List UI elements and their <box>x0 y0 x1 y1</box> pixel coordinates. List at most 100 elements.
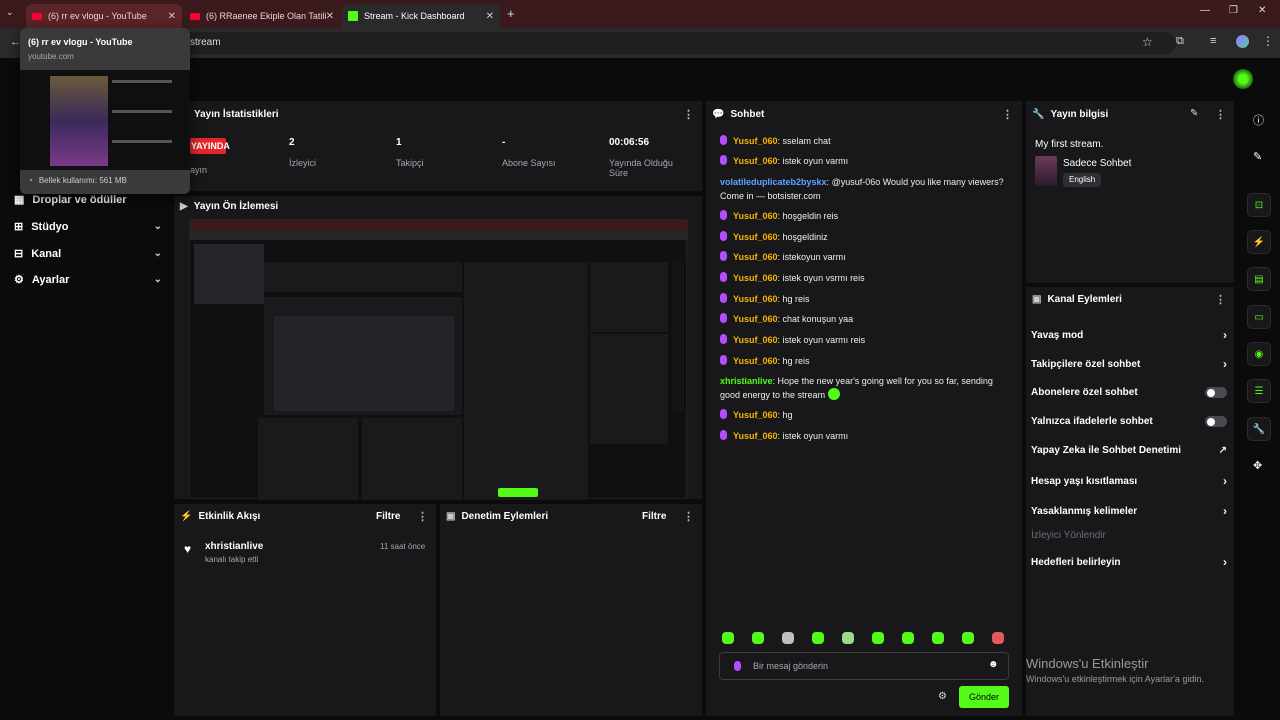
mic-icon <box>720 334 727 344</box>
stream-info-menu-icon[interactable]: ⋮ <box>1215 108 1226 121</box>
subscribers-only-toggle[interactable] <box>1205 387 1227 398</box>
emote-8-icon[interactable] <box>932 632 944 644</box>
mic-icon <box>720 210 727 220</box>
chat-menu-icon[interactable]: ⋮ <box>1002 108 1013 121</box>
rail-crop-icon[interactable]: ⊡ <box>1247 193 1271 217</box>
activation-watermark-sub: Windows'u etkinleştirmek için Ayarlar'a … <box>1026 674 1204 684</box>
chat-title: 💬 Sohbet <box>712 109 765 120</box>
chat-message: Yusuf_060: sselam chat <box>720 134 1010 148</box>
live-sub-label: ayın <box>190 165 208 175</box>
minimize-button[interactable]: — <box>1200 5 1210 16</box>
action-ai-moderation[interactable]: Yapay Zeka ile Sohbet Denetimi ↗ <box>1031 445 1227 456</box>
info-icon[interactable]: ⓘ <box>1253 112 1264 128</box>
action-slow-mode[interactable]: Yavaş mod › <box>1031 328 1227 342</box>
emoji-icon[interactable]: ☻ <box>988 659 999 670</box>
extensions-icon[interactable]: ⧉ <box>1176 35 1184 48</box>
bookmark-star-icon[interactable]: ☆ <box>1142 35 1153 49</box>
url-input[interactable]: stream <box>176 32 1176 54</box>
mic-icon <box>720 430 727 440</box>
close-tab-icon[interactable]: ✕ <box>326 11 334 22</box>
action-subscribers-only[interactable]: Abonelere özel sohbet <box>1031 387 1227 398</box>
action-followers-only[interactable]: Takipçilere özel sohbet › <box>1031 357 1227 371</box>
rail-layout-icon[interactable]: ☰ <box>1247 379 1271 403</box>
stats-title: Yayın İstatistikleri <box>194 109 279 120</box>
preview-video[interactable] <box>189 219 688 500</box>
user-avatar[interactable] <box>1233 69 1253 89</box>
emote-7-icon[interactable] <box>902 632 914 644</box>
emote-5-icon[interactable] <box>842 632 854 644</box>
activity-user[interactable]: xhristianlive <box>205 541 263 552</box>
media-controls-icon[interactable]: ≡ <box>1210 35 1216 47</box>
emote-10-icon[interactable] <box>992 632 1004 644</box>
studio-icon: ⊞ <box>14 221 24 233</box>
live-badge: YAYINDA <box>190 138 230 154</box>
channel-actions-menu-icon[interactable]: ⋮ <box>1215 293 1226 306</box>
chat-message: Yusuf_060: chat konuşun yaa <box>720 312 1010 326</box>
emote-only-toggle[interactable] <box>1205 416 1227 427</box>
chevron-down-icon: ⌄ <box>153 274 162 285</box>
pencil-icon[interactable]: ✎ <box>1253 150 1262 163</box>
rail-doc-icon[interactable]: ▤ <box>1247 267 1271 291</box>
activity-title: ⚡ Etkinlik Akışı <box>180 511 261 522</box>
wrench-icon: 🔧 <box>1032 109 1045 120</box>
tab-kick-dashboard[interactable]: Stream - Kick Dashboard ✕ <box>342 4 500 28</box>
category-name[interactable]: Sadece Sohbet <box>1063 158 1131 169</box>
language-badge: English <box>1063 173 1102 187</box>
tab-youtube-vlog[interactable]: (6) rr ev vlogu - YouTube ✕ <box>26 4 182 28</box>
chat-message: Yusuf_060: istek oyun vsrmı reis <box>720 271 1010 285</box>
rail-bolt-icon[interactable]: ⚡ <box>1247 230 1271 254</box>
chat-settings-icon[interactable]: ⚙ <box>938 691 947 702</box>
profile-avatar[interactable] <box>1236 35 1249 48</box>
rail-wrench-icon[interactable]: 🔧 <box>1247 417 1271 441</box>
rail-chat-icon[interactable]: ▭ <box>1247 305 1271 329</box>
moderation-menu-icon[interactable]: ⋮ <box>683 510 694 523</box>
chat-message: Yusuf_060: hoşgeldin reis <box>720 209 1010 223</box>
tab-youtube-raenee[interactable]: (6) RRaenee Ekiple Olan Tatili A ✕ <box>184 4 340 28</box>
stats-menu-icon[interactable]: ⋮ <box>683 108 694 121</box>
send-button[interactable]: Gönder <box>959 686 1009 708</box>
tab-list-chevron-icon[interactable]: ⌄ <box>6 7 14 18</box>
action-emote-only[interactable]: Yalnızca ifadelerle sohbet <box>1031 416 1227 427</box>
sidebar-item-settings[interactable]: ⚙ Ayarlar ⌄ <box>14 273 162 287</box>
action-banned-words[interactable]: Yasaklanmış kelimeler › <box>1031 504 1227 518</box>
sidebar-item-channel[interactable]: ⊟ Kanal ⌄ <box>14 247 162 261</box>
sidebar-item-drops[interactable]: ▦ Droplar ve ödüller <box>14 193 162 207</box>
activity-filter-button[interactable]: Filtre <box>376 511 400 522</box>
new-tab-button[interactable]: + <box>507 6 515 21</box>
mic-icon <box>734 661 741 671</box>
emote-1-icon[interactable] <box>722 632 734 644</box>
action-set-goals[interactable]: Hedefleri belirleyin › <box>1031 555 1227 569</box>
chat-input[interactable]: Bir mesaj gönderin ☻ <box>719 652 1009 680</box>
browser-menu-icon[interactable]: ⋮ <box>1262 34 1274 48</box>
activity-menu-icon[interactable]: ⋮ <box>417 510 428 523</box>
address-bar-row: ← stream ☆ ⧉ ≡ ⋮ <box>0 28 1280 58</box>
external-link-icon: ↗ <box>1218 445 1227 456</box>
emote-6-icon[interactable] <box>872 632 884 644</box>
followers-stat: 1 Takipçi <box>396 137 424 168</box>
close-tab-icon[interactable]: ✕ <box>168 11 176 22</box>
memory-icon: ◔ <box>28 176 33 185</box>
close-tab-icon[interactable]: ✕ <box>486 11 494 22</box>
tab-hover-thumbnail <box>20 70 190 170</box>
sidebar-item-studio[interactable]: ⊞ Stüdyo ⌄ <box>14 220 162 234</box>
edit-pencil-icon[interactable]: ✎ <box>1190 108 1198 119</box>
rail-more-icon[interactable]: ✥ <box>1253 459 1262 472</box>
close-window-button[interactable]: ✕ <box>1258 5 1266 16</box>
chat-message: volatileduplicateb2byskx: @yusuf-06o Wou… <box>720 177 1004 201</box>
emote-3-icon[interactable] <box>782 632 794 644</box>
moderation-title: ▣ Denetim Eylemleri <box>446 511 549 522</box>
moderation-filter-button[interactable]: Filtre <box>642 511 666 522</box>
gift-icon: ▦ <box>14 194 25 206</box>
rail-broadcast-icon[interactable]: ◉ <box>1247 342 1271 366</box>
url-text: stream <box>190 37 221 48</box>
youtube-icon <box>32 12 42 20</box>
emote-9-icon[interactable] <box>962 632 974 644</box>
action-account-age[interactable]: Hesap yaşı kısıtlaması › <box>1031 474 1227 488</box>
stream-title-text: My first stream. <box>1035 139 1104 150</box>
emote-4-icon[interactable] <box>812 632 824 644</box>
maximize-button[interactable]: ❐ <box>1229 5 1238 16</box>
emote-2-icon[interactable] <box>752 632 764 644</box>
activity-feed-panel <box>174 504 436 716</box>
chevron-down-icon: ⌄ <box>153 221 162 232</box>
chat-message: Yusuf_060: istek oyun varmı <box>720 154 1010 168</box>
